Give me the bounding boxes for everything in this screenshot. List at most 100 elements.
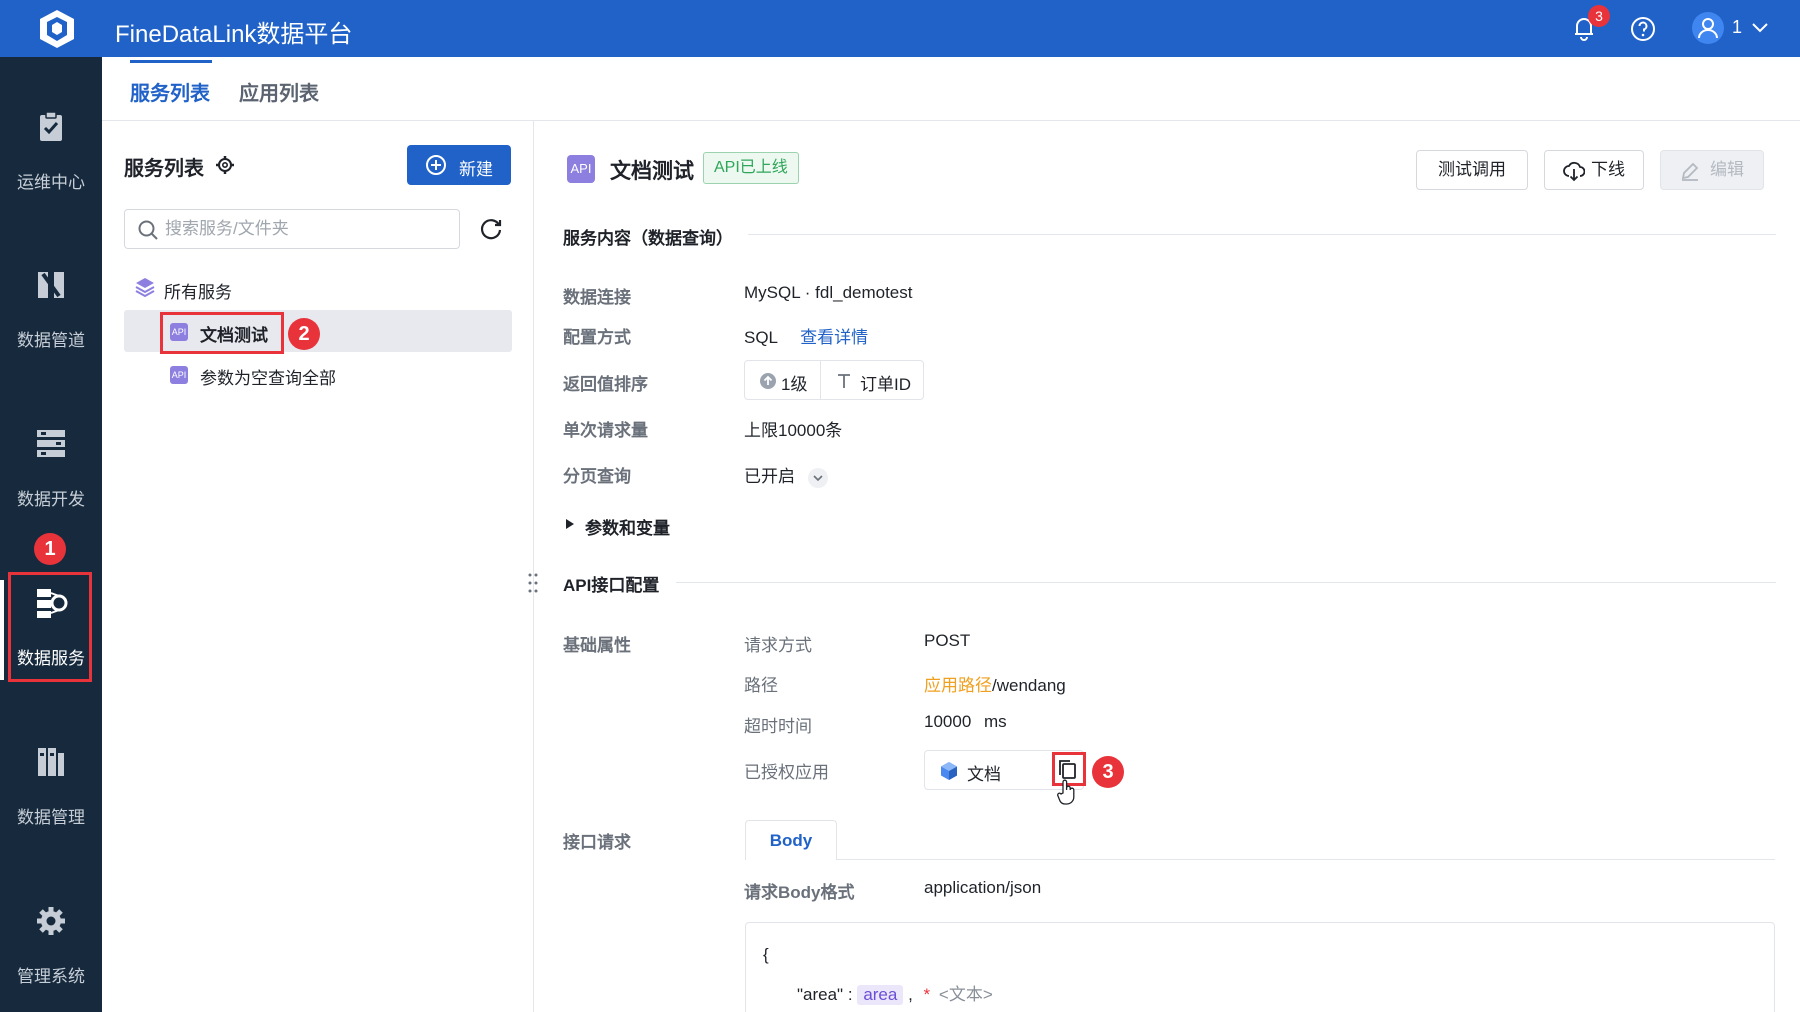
section-divider xyxy=(676,582,1776,583)
field-value-connection: MySQL · fdl_demotest xyxy=(744,283,913,302)
tab-app-list[interactable]: 应用列表 xyxy=(239,77,319,106)
avatar[interactable] xyxy=(1692,12,1724,44)
divider xyxy=(820,361,821,399)
status-badge: API已上线 xyxy=(703,152,799,184)
path-prefix: 应用路径 xyxy=(924,676,992,695)
timeout-unit: ms xyxy=(984,712,1007,731)
service-list-panel xyxy=(102,121,534,1012)
highlight-box-2 xyxy=(160,312,284,354)
field-label-limit: 单次请求量 xyxy=(563,421,648,440)
sidebar-item-label: 管理系统 xyxy=(17,967,85,986)
hand-cursor-icon xyxy=(1057,779,1075,805)
section-title-api-config: API接口配置 xyxy=(563,576,660,595)
tab-service-list[interactable]: 服务列表 xyxy=(130,77,210,106)
field-label-sort: 返回值排序 xyxy=(563,375,648,394)
user-name[interactable]: 1 xyxy=(1732,17,1742,38)
test-call-button[interactable]: 测试调用 xyxy=(1416,150,1528,190)
search-icon xyxy=(138,220,158,240)
request-tab-divider xyxy=(745,859,1775,860)
sort-field: 订单ID xyxy=(860,375,911,394)
code-brace-open: { xyxy=(763,945,769,964)
annotation-marker-3: 3 xyxy=(1092,756,1124,788)
tab-body[interactable]: Body xyxy=(745,820,837,860)
authorized-app-name: 文档 xyxy=(967,765,1001,784)
search-input[interactable] xyxy=(165,217,445,241)
value-body-format: application/json xyxy=(924,878,1042,897)
gear-icon xyxy=(37,907,65,935)
label-timeout: 超时时间 xyxy=(744,717,812,736)
code-comma: , xyxy=(908,985,913,1004)
help-icon[interactable] xyxy=(1630,16,1656,42)
section-divider xyxy=(748,234,1776,235)
value-path: 应用路径/wendang xyxy=(924,671,1066,696)
panel-title: 服务列表 xyxy=(124,158,204,180)
code-key: "area" xyxy=(797,985,844,1004)
data-management-icon xyxy=(38,748,64,776)
sidebar-item-label: 数据管理 xyxy=(17,808,85,827)
field-value-paging[interactable]: 已开启 xyxy=(744,462,828,488)
notification-badge: 3 xyxy=(1588,5,1610,27)
code-colon: : xyxy=(847,985,853,1004)
field-value-config: SQL 查看详情 xyxy=(744,323,868,348)
paging-status: 已开启 xyxy=(744,467,795,486)
label-path: 路径 xyxy=(744,676,778,695)
label-method: 请求方式 xyxy=(744,636,812,655)
value-method: POST xyxy=(924,631,971,650)
settings-gear-icon[interactable] xyxy=(214,154,236,176)
field-label-connection: 数据连接 xyxy=(563,288,631,307)
sidebar-item-dev[interactable]: 数据开发 xyxy=(0,427,102,547)
service-item-label: 参数为空查询全部 xyxy=(200,369,336,388)
annotation-marker-2: 2 xyxy=(288,318,320,350)
sidebar-item-ops[interactable]: 运维中心 xyxy=(0,110,102,230)
cloud-download-icon xyxy=(1563,161,1585,182)
timeout-number: 10000 xyxy=(924,712,972,731)
highlight-box-1 xyxy=(8,572,92,682)
field-label-paging: 分页查询 xyxy=(563,467,631,486)
value-type: <文本> xyxy=(938,985,993,1004)
section-title-service-content: 服务内容（数据查询） xyxy=(563,229,733,248)
new-service-button[interactable]: 新建 xyxy=(407,145,511,185)
chevron-down-icon[interactable] xyxy=(807,467,828,488)
sidebar-item-pipeline[interactable]: 数据管道 xyxy=(0,268,102,388)
caret-right-icon[interactable] xyxy=(565,518,575,530)
variable-chip[interactable]: area xyxy=(857,985,904,1005)
dev-icon xyxy=(37,430,65,457)
api-icon: API xyxy=(170,366,188,384)
tab-active-underline xyxy=(130,60,212,63)
view-details-link[interactable]: 查看详情 xyxy=(800,328,868,347)
section-title-params[interactable]: 参数和变量 xyxy=(585,514,670,539)
tab-bar: 服务列表 应用列表 xyxy=(102,57,1800,121)
sidebar-item-data-management[interactable]: 数据管理 xyxy=(0,745,102,865)
annotation-marker-1: 1 xyxy=(34,533,66,565)
pipeline-icon xyxy=(38,272,64,298)
field-label-config: 配置方式 xyxy=(563,328,631,347)
path-suffix: /wendang xyxy=(992,676,1066,695)
plus-circle-icon xyxy=(426,155,446,175)
clipboard-check-icon xyxy=(40,111,62,141)
arrow-up-circle-icon xyxy=(760,373,776,389)
service-title: 文档测试 xyxy=(610,160,694,183)
user-icon xyxy=(1698,18,1718,39)
required-star: * xyxy=(923,985,931,1004)
offline-button[interactable]: 下线 xyxy=(1544,150,1644,190)
tree-root-label: 所有服务 xyxy=(164,283,232,302)
sidebar-item-label: 运维中心 xyxy=(17,173,85,192)
sidebar-item-label: 数据管道 xyxy=(17,331,85,350)
refresh-icon[interactable] xyxy=(478,216,504,242)
sidebar-item-system[interactable]: 管理系统 xyxy=(0,904,102,1012)
search-box[interactable] xyxy=(124,209,460,249)
drag-handle-icon[interactable] xyxy=(527,572,539,594)
sort-level: 1级 xyxy=(781,375,808,394)
config-method: SQL xyxy=(744,328,778,347)
sidebar-item-label: 数据开发 xyxy=(17,490,85,509)
sort-rule: 1级 订单ID xyxy=(744,360,924,400)
edit-pencil-icon xyxy=(1681,162,1699,181)
layers-icon xyxy=(135,278,155,298)
value-timeout: 10000 ms xyxy=(924,712,1007,732)
chevron-down-icon[interactable] xyxy=(1750,20,1770,36)
app-title: FineDataLink数据平台 xyxy=(115,21,353,48)
edit-button[interactable]: 编辑 xyxy=(1660,150,1764,190)
label-auth-app: 已授权应用 xyxy=(744,763,829,782)
new-button-label: 新建 xyxy=(459,160,493,179)
text-type-icon xyxy=(838,374,850,388)
